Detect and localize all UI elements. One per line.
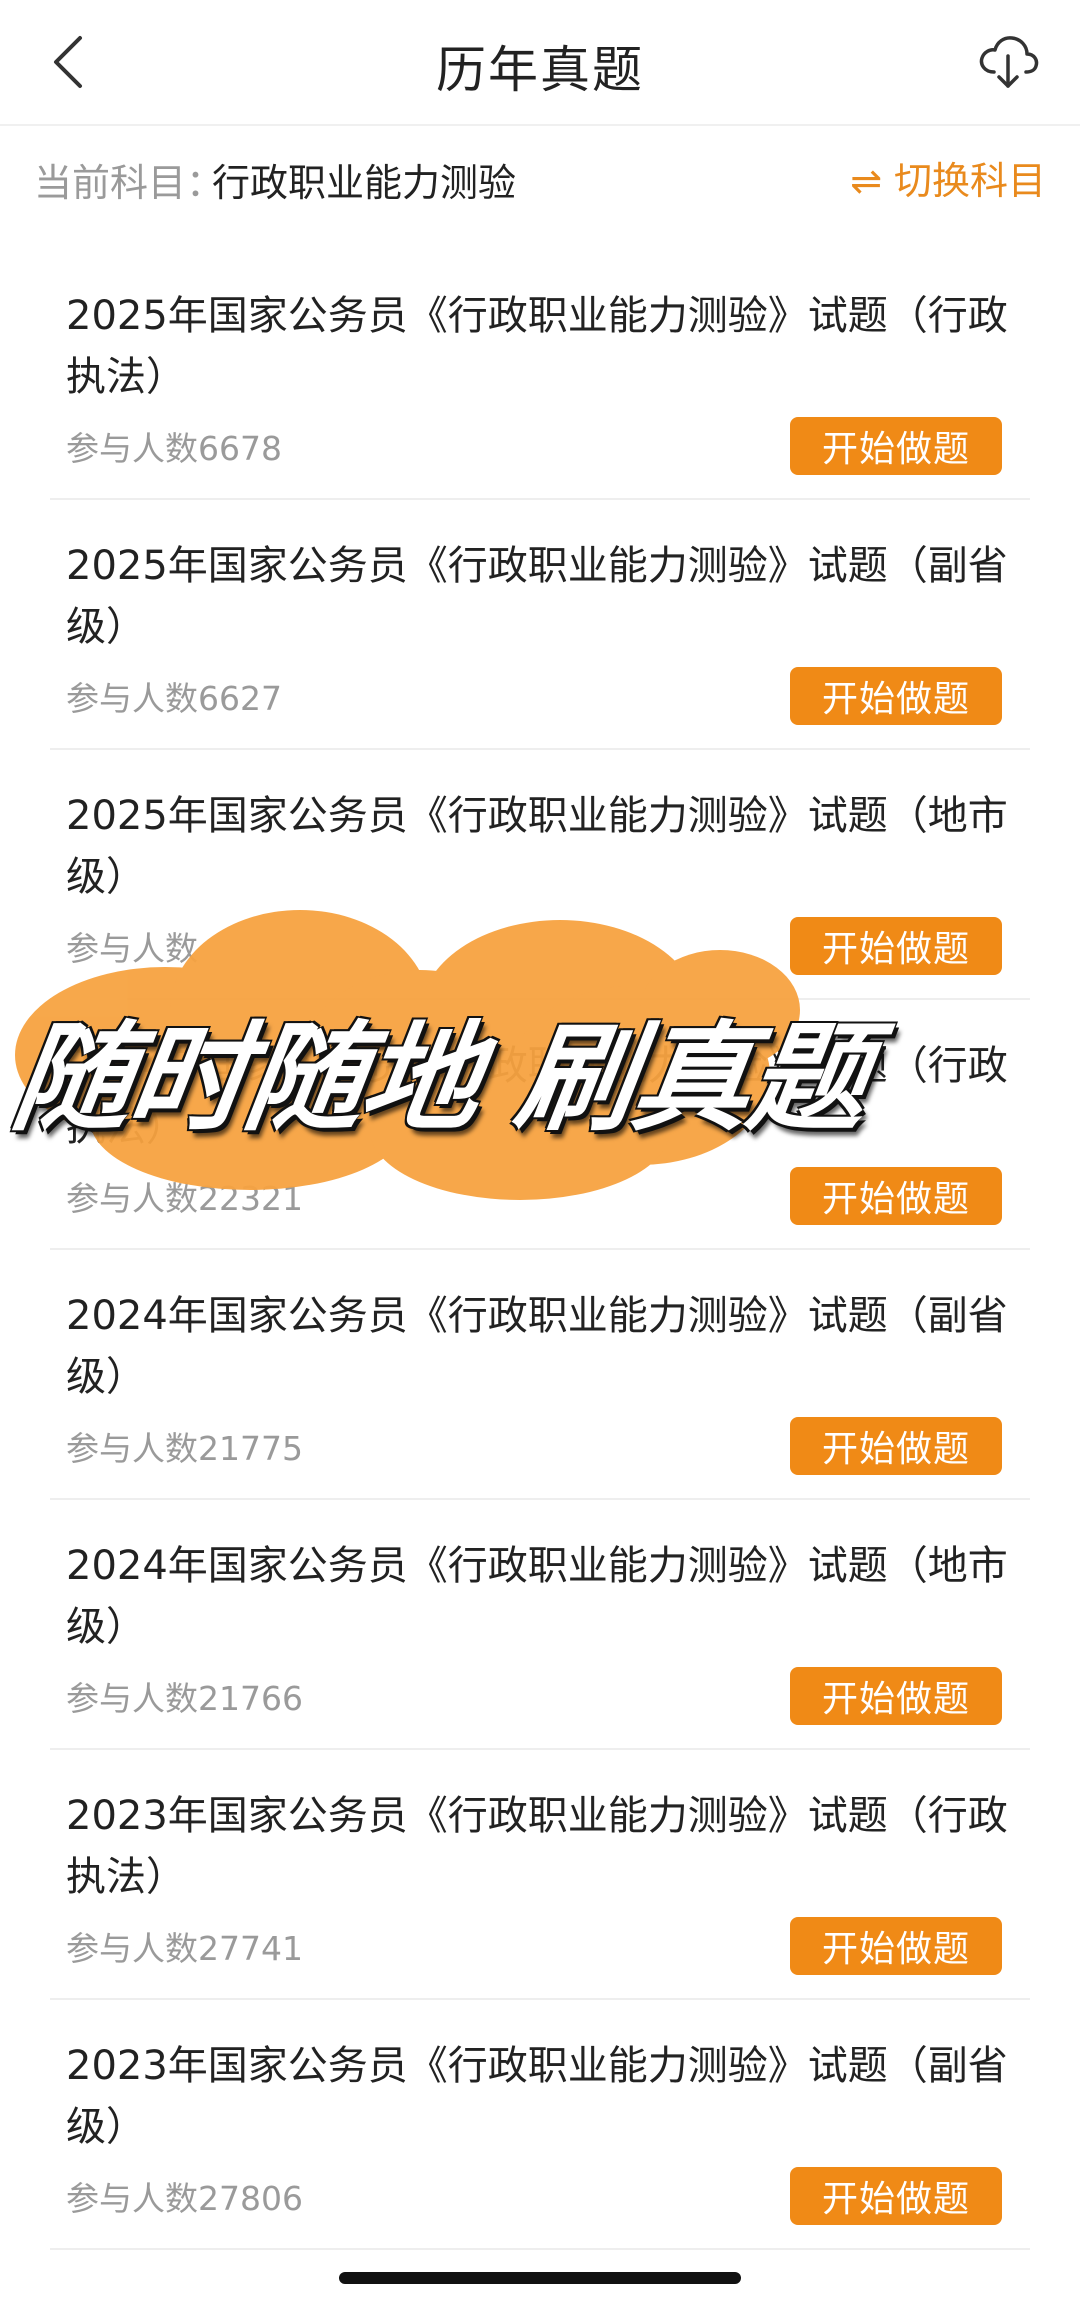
participant-count: 参与人数27741 [66,1929,303,1968]
start-button[interactable]: 开始做题 [790,1417,1002,1475]
exam-title: 2023年国家公务员《行政职业能力测验》试题（副省级） [66,2043,1008,2150]
subject-value: 行政职业能力测验 [212,161,517,205]
home-indicator[interactable] [339,2272,741,2284]
list-item[interactable]: 2024年国家公务员《行政职业能力测验》试题（行政执法） 参与人数22321 开… [50,1000,1030,1250]
list-item[interactable]: 2023年国家公务员《行政职业能力测验》试题（副省级） 参与人数27806 开始… [50,2000,1030,2250]
participant-count: 参与人数21775 [66,1429,303,1468]
exam-title: 2024年国家公务员《行政职业能力测验》试题（地市级） [66,1543,1008,1650]
start-button[interactable]: 开始做题 [790,1667,1002,1725]
list-item[interactable]: 2025年国家公务员《行政职业能力测验》试题（地市级） 参与人数 开始做题 [50,750,1030,1000]
download-button[interactable] [966,20,1050,104]
start-button[interactable]: 开始做题 [790,1167,1002,1225]
exam-title: 2024年国家公务员《行政职业能力测验》试题（行政执法） [66,1043,1008,1150]
exam-title: 2024年国家公务员《行政职业能力测验》试题（副省级） [66,1293,1008,1400]
list-item[interactable]: 2023年国家公务员《行政职业能力测验》试题（行政执法） 参与人数27741 开… [50,1750,1030,2000]
subject-bar: 当前科目： 行政职业能力测验 ⇌ 切换科目 [0,126,1080,226]
participant-count: 参与人数27806 [66,2179,303,2218]
header: 历年真题 [0,0,1080,126]
start-button[interactable]: 开始做题 [790,917,1002,975]
participant-count: 参与人数6678 [66,429,282,468]
start-button[interactable]: 开始做题 [790,667,1002,725]
list-item[interactable]: 2025年国家公务员《行政职业能力测验》试题（行政执法） 参与人数6678 开始… [50,250,1030,500]
participant-count: 参与人数 [66,929,198,968]
exam-title: 2025年国家公务员《行政职业能力测验》试题（地市级） [66,793,1008,900]
list-item[interactable]: 2024年国家公务员《行政职业能力测验》试题（地市级） 参与人数21766 开始… [50,1500,1030,1750]
switch-subject-button[interactable]: ⇌ 切换科目 [850,150,1046,205]
start-button[interactable]: 开始做题 [790,1917,1002,1975]
exam-title: 2023年国家公务员《行政职业能力测验》试题（行政执法） [66,1793,1008,1900]
participant-count: 参与人数6627 [66,679,282,718]
start-button[interactable]: 开始做题 [790,2167,1002,2225]
subject-label: 当前科目： [34,161,225,205]
participant-count: 参与人数21766 [66,1679,303,1718]
page: 历年真题 当前科目： 行政职业能力测验 ⇌ 切换科目 2025年国家公务员《行政… [0,0,1080,2301]
participant-count: 参与人数22321 [66,1179,303,1218]
list-item[interactable]: 2024年国家公务员《行政职业能力测验》试题（副省级） 参与人数21775 开始… [50,1250,1030,1500]
exam-title: 2025年国家公务员《行政职业能力测验》试题（行政执法） [66,293,1008,400]
cloud-download-icon [979,36,1039,88]
page-title: 历年真题 [436,41,644,99]
list-item[interactable]: 2025年国家公务员《行政职业能力测验》试题（副省级） 参与人数6627 开始做… [50,500,1030,750]
exam-title: 2025年国家公务员《行政职业能力测验》试题（副省级） [66,543,1008,650]
exam-list: 2025年国家公务员《行政职业能力测验》试题（行政执法） 参与人数6678 开始… [50,250,1030,2250]
start-button[interactable]: 开始做题 [790,417,1002,475]
switch-subject-label: ⇌ 切换科目 [850,159,1046,203]
